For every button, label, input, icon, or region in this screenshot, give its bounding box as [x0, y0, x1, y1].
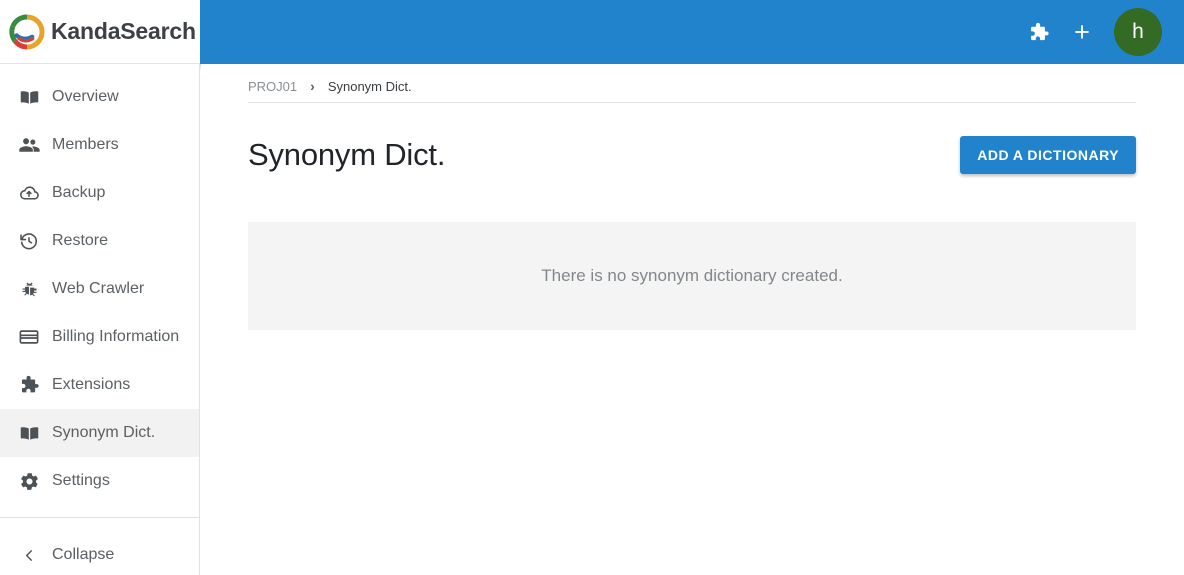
sidebar-item-members[interactable]: Members	[0, 121, 199, 169]
empty-state-message: There is no synonym dictionary created.	[541, 265, 843, 285]
sidebar-divider	[0, 517, 199, 518]
sidebar: Overview Members Backup Restore Web Craw…	[0, 64, 200, 575]
sidebar-item-settings[interactable]: Settings	[0, 457, 199, 505]
sidebar-item-label: Extensions	[52, 376, 131, 393]
breadcrumb-project-link[interactable]: PROJ01	[248, 79, 297, 94]
app-root: KandaSearch + h Overview Members Backup …	[0, 0, 1184, 575]
credit-card-icon	[17, 325, 41, 349]
book-icon	[17, 85, 41, 109]
sidebar-item-synonym-dict[interactable]: Synonym Dict.	[0, 409, 199, 457]
history-icon	[17, 229, 41, 253]
page-title-row: Synonym Dict. ADD A DICTIONARY	[201, 103, 1184, 194]
page-title: Synonym Dict.	[248, 136, 446, 172]
plus-icon[interactable]: +	[1060, 10, 1104, 54]
sidebar-item-label: Restore	[52, 232, 109, 249]
sidebar-item-label: Settings	[52, 472, 110, 489]
brand-name: KandaSearch	[51, 18, 196, 44]
sidebar-collapse-button[interactable]: Collapse	[0, 531, 199, 575]
plus-glyph: +	[1074, 16, 1090, 47]
add-a-dictionary-button[interactable]: ADD A DICTIONARY	[960, 135, 1136, 174]
gear-icon	[17, 469, 41, 493]
puzzle-piece-icon	[17, 373, 41, 397]
sidebar-item-overview[interactable]: Overview	[0, 73, 199, 121]
sidebar-item-label: Billing Information	[52, 328, 180, 345]
puzzle-piece-icon[interactable]	[1016, 10, 1060, 54]
people-icon	[17, 133, 41, 157]
sidebar-item-billing-information[interactable]: Billing Information	[0, 313, 199, 361]
avatar-initial: h	[1132, 20, 1144, 43]
chevron-left-icon	[17, 543, 41, 567]
kandasearch-ring-logo-icon	[8, 13, 46, 51]
top-header-bar: + h	[200, 0, 1184, 64]
avatar[interactable]: h	[1114, 8, 1162, 56]
sidebar-nav-list: Overview Members Backup Restore Web Craw…	[0, 64, 199, 575]
bug-icon	[17, 277, 41, 301]
sidebar-item-web-crawler[interactable]: Web Crawler	[0, 265, 199, 313]
breadcrumb: PROJ01 › Synonym Dict.	[201, 64, 1184, 94]
empty-state-panel: There is no synonym dictionary created.	[248, 221, 1136, 330]
sidebar-item-label: Overview	[52, 88, 119, 105]
chevron-right-icon: ›	[310, 78, 315, 94]
sidebar-item-label: Web Crawler	[52, 280, 145, 297]
main-content: PROJ01 › Synonym Dict. Synonym Dict. ADD…	[201, 64, 1184, 575]
sidebar-item-restore[interactable]: Restore	[0, 217, 199, 265]
sidebar-item-backup[interactable]: Backup	[0, 169, 199, 217]
sidebar-item-label: Synonym Dict.	[52, 424, 156, 441]
book-icon	[17, 421, 41, 445]
sidebar-item-extensions[interactable]: Extensions	[0, 361, 199, 409]
sidebar-item-label: Backup	[52, 184, 106, 201]
breadcrumb-current: Synonym Dict.	[327, 78, 412, 94]
sidebar-collapse-label: Collapse	[52, 546, 115, 563]
cloud-upload-icon	[17, 181, 41, 205]
sidebar-item-label: Members	[52, 136, 119, 153]
brand-logo-area[interactable]: KandaSearch	[0, 0, 200, 64]
